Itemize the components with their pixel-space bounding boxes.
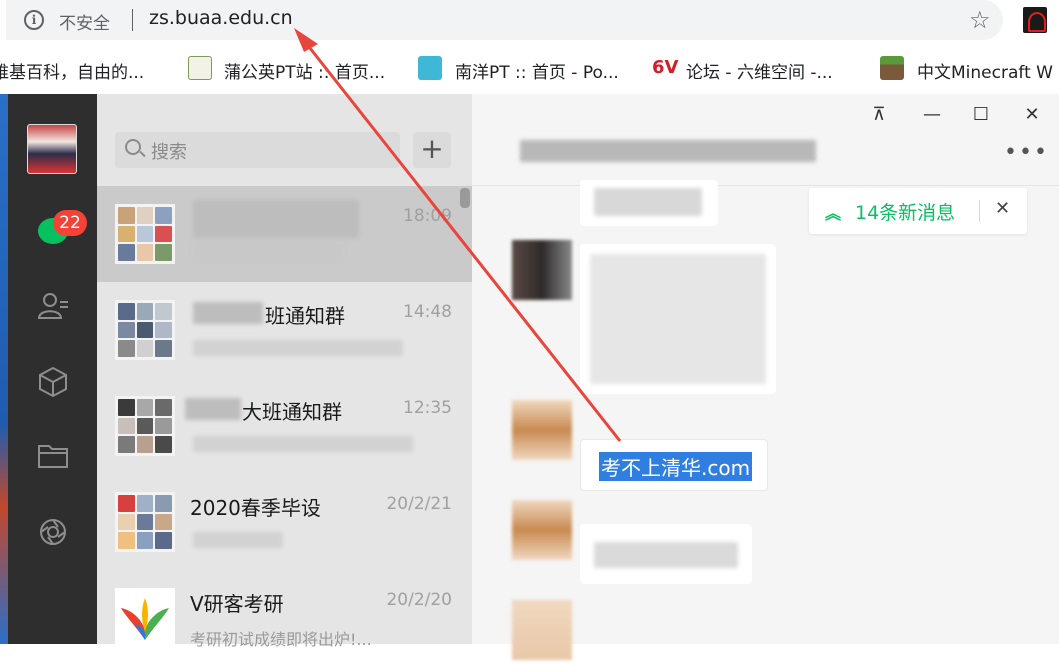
minecraft-icon (880, 56, 904, 80)
sender-avatar[interactable] (512, 400, 572, 460)
folder-icon[interactable] (36, 440, 70, 472)
session-time: 18:09 (403, 206, 452, 226)
chat-header: ⊼ — ☐ ✕ ••• (472, 94, 1059, 186)
pin-button[interactable]: ⊼ (866, 102, 892, 128)
mini-program-cube-icon[interactable] (36, 366, 70, 398)
search-input[interactable]: 搜索 (115, 132, 400, 168)
selected-message-text[interactable]: 考不上清华.com (599, 452, 753, 481)
message-bubble[interactable] (580, 524, 752, 584)
new-messages-label[interactable]: 14条新消息 (855, 198, 955, 225)
url-divider (132, 9, 133, 31)
blurred-preview (193, 436, 413, 452)
pdf-extension-icon[interactable] (1023, 7, 1047, 33)
bookmark-nypt[interactable]: 南洋PT :: 首页 - Po... (455, 58, 619, 83)
security-label[interactable]: 不安全 (59, 9, 110, 34)
session-preview: 考研初试成绩即将出炉!... (190, 630, 372, 649)
search-placeholder: 搜索 (151, 142, 187, 163)
info-icon[interactable]: i (24, 10, 44, 30)
bookmark-dandelion[interactable]: 蒲公英PT站 :: 首页... (224, 58, 385, 83)
blurred-name-prefix (193, 302, 263, 324)
minimize-button[interactable]: — (919, 102, 945, 128)
group-avatar (115, 396, 175, 456)
dandelion-icon (188, 56, 212, 80)
blurred-preview (193, 340, 403, 356)
add-button[interactable]: + (413, 132, 451, 168)
sender-avatar[interactable] (512, 240, 572, 300)
session-time: 12:35 (403, 398, 452, 418)
url-text[interactable]: zs.buaa.edu.cn (149, 7, 293, 29)
session-list-pane: 搜索 + 18:09 班通知群 14:48 大班通知群 12:35 2020春季… (97, 94, 472, 649)
desktop-background (0, 94, 8, 644)
bookmark-wikipedia[interactable]: 维基百科，自由的... (0, 58, 144, 83)
blurred-preview (193, 532, 283, 548)
session-time: 20/2/20 (386, 590, 452, 610)
close-button[interactable]: ✕ (1019, 102, 1045, 128)
double-chevron-up-icon: ︽ (825, 204, 842, 223)
message-bubble-selected[interactable]: 考不上清华.com (580, 439, 768, 491)
moments-icon[interactable] (36, 516, 70, 548)
session-item[interactable]: 18:09 (97, 186, 472, 282)
banner-divider (979, 200, 980, 222)
session-name: V研客考研 (190, 592, 284, 616)
blurred-name-prefix (185, 398, 241, 420)
new-messages-banner[interactable]: ︽ 14条新消息 ✕ (809, 188, 1027, 234)
message-bubble[interactable] (580, 244, 776, 394)
close-banner-button[interactable]: ✕ (995, 198, 1010, 219)
blurred-chat-title (520, 140, 816, 162)
bookmark-minecraft[interactable]: 中文Minecraft W (917, 58, 1053, 83)
bookmark-star-icon[interactable]: ☆ (969, 6, 991, 34)
session-item[interactable]: 2020春季毕设 20/2/21 (97, 474, 472, 570)
6v-icon: 6V (652, 57, 679, 78)
avatar[interactable] (27, 124, 77, 174)
session-time: 14:48 (403, 302, 452, 322)
more-options-icon[interactable]: ••• (1004, 140, 1049, 165)
session-item[interactable]: V研客考研 20/2/20 考研初试成绩即将出炉!... (97, 570, 472, 666)
sender-avatar[interactable] (512, 500, 572, 560)
bookmarks-bar: 维基百科，自由的... 蒲公英PT站 :: 首页... 南洋PT :: 首页 -… (0, 48, 1059, 92)
address-bar[interactable]: i 不安全 zs.buaa.edu.cn ☆ (6, 0, 1003, 40)
nypt-icon (418, 56, 442, 80)
blurred-message (594, 188, 702, 216)
session-name: 大班通知群 (242, 400, 342, 424)
group-avatar (115, 204, 175, 264)
blurred-name (193, 200, 359, 238)
browser-toolbar: i 不安全 zs.buaa.edu.cn ☆ (0, 0, 1059, 46)
contacts-icon[interactable] (36, 290, 70, 322)
session-item[interactable]: 大班通知群 12:35 (97, 378, 472, 474)
blurred-message (594, 542, 738, 568)
session-name: 2020春季毕设 (190, 496, 321, 520)
chat-pane: ⊼ — ☐ ✕ ••• 考不上清华.com ︽ 14条新消息 ✕ (472, 94, 1059, 660)
scrollbar[interactable] (460, 188, 470, 208)
bookmark-6v[interactable]: 论坛 - 六维空间 -... (686, 58, 833, 83)
vyanke-logo (115, 588, 175, 648)
wechat-window: 22 搜索 + 18:09 班通知群 14:48 大班通知群 12:35 202… (8, 94, 1059, 660)
search-icon (125, 139, 141, 155)
maximize-button[interactable]: ☐ (968, 102, 994, 128)
unread-badge: 22 (53, 210, 87, 236)
group-avatar (115, 492, 175, 552)
wechat-sidebar: 22 (8, 94, 97, 644)
sender-avatar[interactable] (512, 600, 572, 660)
message-bubble[interactable] (580, 180, 718, 226)
group-avatar (115, 300, 175, 360)
blurred-image (590, 254, 766, 384)
session-time: 20/2/21 (386, 494, 452, 514)
session-name: 班通知群 (265, 304, 345, 328)
blurred-preview (193, 242, 343, 264)
session-item[interactable]: 班通知群 14:48 (97, 282, 472, 378)
